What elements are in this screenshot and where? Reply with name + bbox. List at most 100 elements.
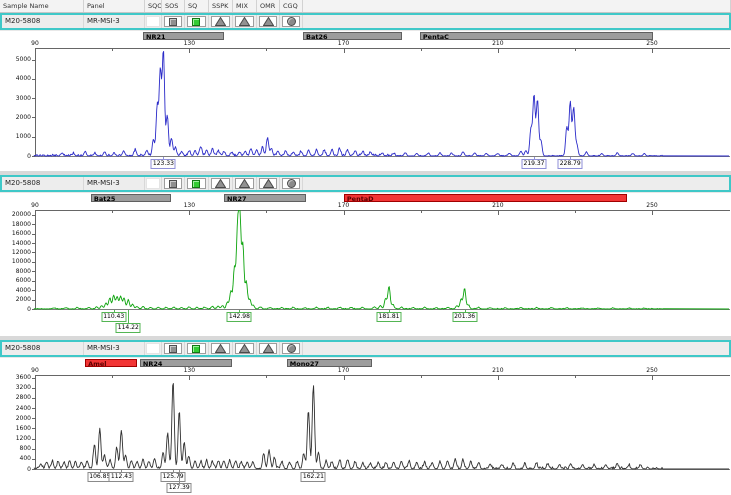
electropherogram-plot[interactable]: Bat25NR27PentaD9013017021025002000400060… — [0, 192, 731, 336]
sqo-flag-box[interactable] — [146, 178, 160, 189]
size-ruler-label: 170 — [332, 40, 356, 47]
marker-bar-nr21[interactable]: NR21 — [143, 32, 224, 40]
marker-bar-mono27[interactable]: Mono27 — [287, 359, 372, 367]
column-header-panel: Panel — [84, 0, 145, 12]
sos-square-icon — [169, 18, 177, 26]
marker-bar-pentad[interactable]: PentaD — [344, 194, 627, 202]
omr-triangle-icon — [263, 344, 274, 353]
sq-flag-cell[interactable] — [185, 177, 209, 190]
panel-cell[interactable]: MR-MSI-3 — [84, 15, 145, 28]
sq-flag-box[interactable] — [187, 343, 207, 354]
peak-size-label[interactable]: 123.33 — [151, 159, 176, 169]
size-ruler-label: 130 — [177, 202, 201, 209]
omr-flag-box[interactable] — [259, 16, 278, 27]
mix-flag-cell[interactable] — [233, 15, 257, 28]
sos-flag-box[interactable] — [164, 16, 183, 27]
panel-cell[interactable]: MR-MSI-3 — [84, 342, 145, 355]
sq-flag-box[interactable] — [187, 16, 207, 27]
electropherogram-plot[interactable]: AmelNR24Mono2790130170210250040080012001… — [0, 357, 731, 495]
peak-size-label[interactable]: 110.43 — [101, 312, 126, 322]
mix-flag-cell[interactable] — [233, 342, 257, 355]
electropherogram-trace[interactable] — [0, 210, 731, 311]
column-header-sqo: SQO — [145, 0, 162, 12]
cgq-flag-box[interactable] — [282, 343, 301, 354]
marker-bar-nr27[interactable]: NR27 — [224, 194, 306, 202]
mix-flag-box[interactable] — [235, 16, 255, 27]
electropherogram-trace[interactable] — [0, 375, 731, 471]
size-ruler-label: 130 — [177, 40, 201, 47]
marker-bar-pentac[interactable]: PentaC — [420, 32, 653, 40]
cgq-circle-icon — [287, 179, 296, 188]
sample-name-cell[interactable]: M20-5808 — [2, 177, 84, 190]
column-header-cgq: CGQ — [280, 0, 303, 12]
sample-name-cell[interactable]: M20-5808 — [2, 342, 84, 355]
peak-size-label[interactable]: 127.39 — [167, 483, 192, 493]
marker-bar-nr24[interactable]: NR24 — [140, 359, 232, 367]
sspk-flag-cell[interactable] — [209, 15, 233, 28]
electropherogram-trace[interactable] — [0, 48, 731, 158]
peak-size-label[interactable]: 219.37 — [522, 159, 547, 169]
cgq-flag-cell[interactable] — [280, 15, 303, 28]
size-ruler-label: 130 — [177, 367, 201, 374]
cgq-flag-cell[interactable] — [280, 177, 303, 190]
peak-size-label[interactable]: 228.79 — [558, 159, 583, 169]
marker-bar-amel[interactable]: Amel — [85, 359, 137, 367]
sos-flag-box[interactable] — [164, 343, 183, 354]
peak-size-label[interactable]: 125.79 — [161, 472, 186, 482]
sqo-flag-box[interactable] — [146, 16, 160, 27]
sspk-flag-box[interactable] — [211, 343, 231, 354]
sample-row[interactable]: M20-5808MR-MSI-3 — [0, 340, 731, 357]
panel-cell[interactable]: MR-MSI-3 — [84, 177, 145, 190]
sample-row[interactable]: M20-5808MR-MSI-3 — [0, 175, 731, 192]
mix-flag-box[interactable] — [235, 343, 255, 354]
sample-row[interactable]: M20-5808MR-MSI-3 — [0, 13, 731, 30]
sq-flag-box[interactable] — [187, 178, 207, 189]
peak-size-label[interactable]: 181.81 — [377, 312, 402, 322]
peak-label-connector — [128, 310, 129, 323]
omr-flag-box[interactable] — [259, 343, 278, 354]
size-ruler-label: 250 — [640, 367, 664, 374]
mix-flag-cell[interactable] — [233, 177, 257, 190]
peak-size-label[interactable]: 162.21 — [301, 472, 326, 482]
peak-size-label[interactable]: 201.36 — [452, 312, 477, 322]
sample-row-filler — [303, 342, 729, 355]
sos-flag-box[interactable] — [164, 178, 183, 189]
sos-flag-cell[interactable] — [162, 15, 185, 28]
peak-size-label[interactable]: 142.98 — [227, 312, 252, 322]
marker-bar-bat26[interactable]: Bat26 — [303, 32, 402, 40]
omr-flag-box[interactable] — [259, 178, 278, 189]
size-ruler-label: 210 — [486, 367, 510, 374]
electropherogram-plot[interactable]: NR21Bat26PentaC9013017021025001000200030… — [0, 30, 731, 171]
sqo-flag-cell[interactable] — [145, 177, 162, 190]
sqo-flag-cell[interactable] — [145, 342, 162, 355]
size-ruler-label: 90 — [23, 367, 47, 374]
sspk-triangle-icon — [215, 179, 226, 188]
cgq-flag-cell[interactable] — [280, 342, 303, 355]
sspk-flag-box[interactable] — [211, 178, 231, 189]
cgq-flag-box[interactable] — [282, 16, 301, 27]
size-ruler-label: 210 — [486, 202, 510, 209]
sspk-flag-box[interactable] — [211, 16, 231, 27]
omr-flag-cell[interactable] — [257, 15, 280, 28]
sq-flag-cell[interactable] — [185, 342, 209, 355]
sos-flag-cell[interactable] — [162, 177, 185, 190]
omr-flag-cell[interactable] — [257, 177, 280, 190]
mix-flag-box[interactable] — [235, 178, 255, 189]
marker-bar-bat25[interactable]: Bat25 — [91, 194, 171, 202]
sspk-flag-cell[interactable] — [209, 177, 233, 190]
sample-row-filler — [303, 15, 729, 28]
sqo-flag-box[interactable] — [146, 343, 160, 354]
sspk-flag-cell[interactable] — [209, 342, 233, 355]
omr-flag-cell[interactable] — [257, 342, 280, 355]
mix-triangle-icon — [239, 179, 250, 188]
peak-size-label[interactable]: 114.22 — [116, 323, 141, 333]
sq-flag-cell[interactable] — [185, 15, 209, 28]
sample-name-cell[interactable]: M20-5808 — [2, 15, 84, 28]
sos-flag-cell[interactable] — [162, 342, 185, 355]
cgq-flag-box[interactable] — [282, 178, 301, 189]
sq-square-icon — [192, 180, 200, 188]
sqo-flag-cell[interactable] — [145, 15, 162, 28]
peak-size-label[interactable]: 112.43 — [109, 472, 134, 482]
sq-square-icon — [192, 345, 200, 353]
omr-triangle-icon — [263, 179, 274, 188]
